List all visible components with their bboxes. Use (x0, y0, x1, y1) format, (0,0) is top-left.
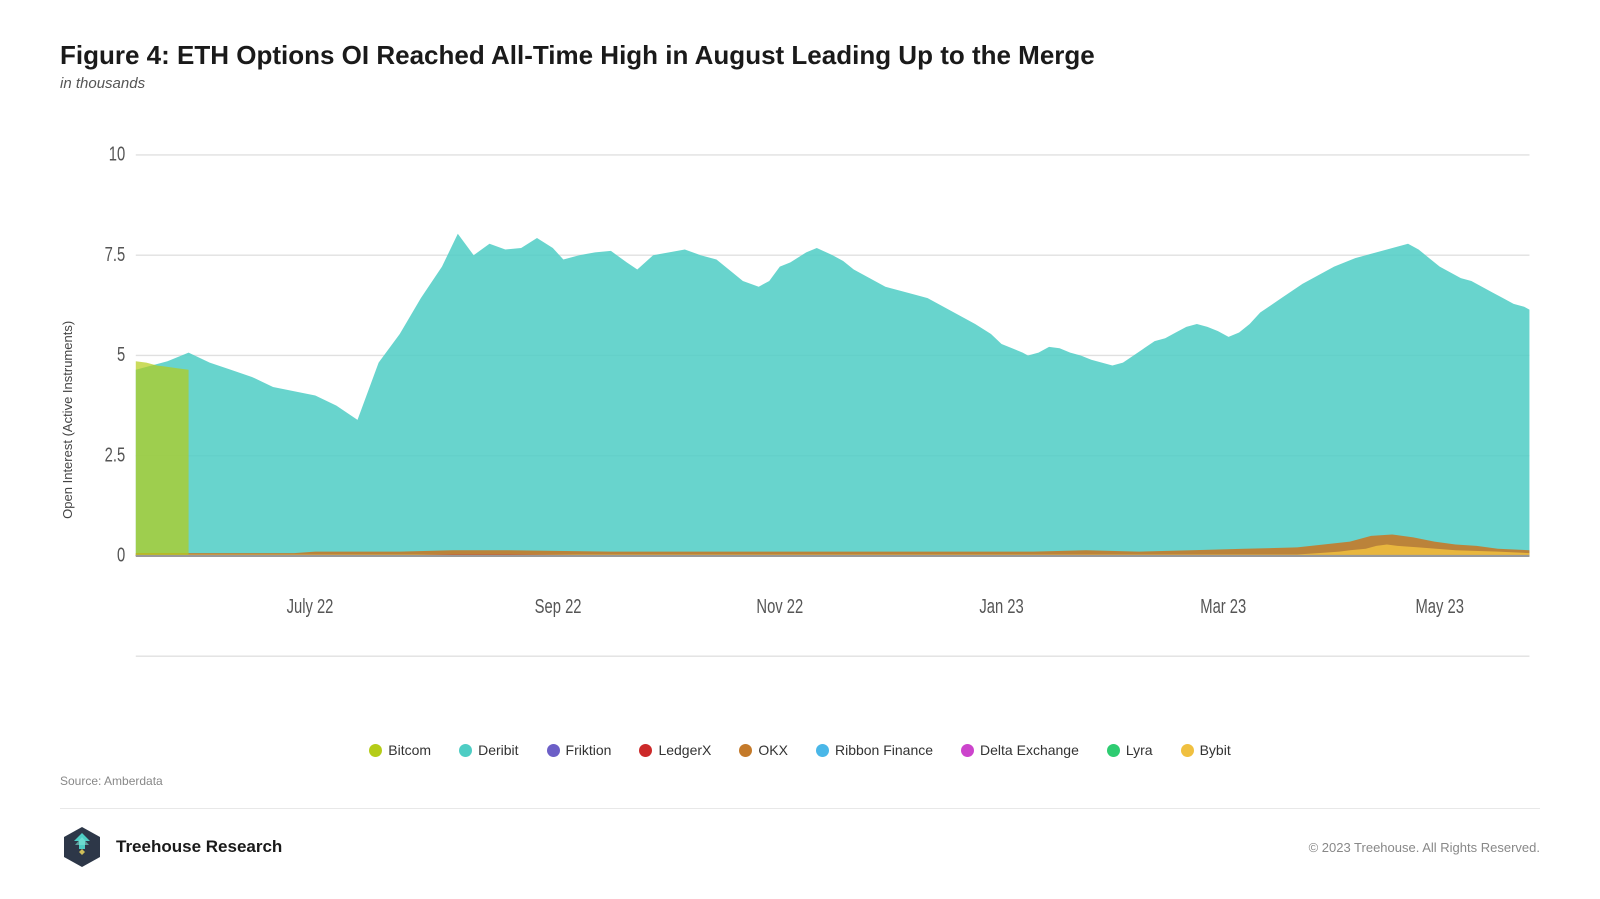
legend-label: OKX (758, 742, 788, 758)
chart-title: Figure 4: ETH Options OI Reached All-Tim… (60, 40, 1540, 71)
svg-text:Jan 23: Jan 23 (979, 595, 1024, 618)
svg-text:May 23: May 23 (1415, 595, 1464, 618)
svg-text:Mar 23: Mar 23 (1200, 595, 1246, 618)
legend-label: Ribbon Finance (835, 742, 933, 758)
source-text: Source: Amberdata (60, 774, 1540, 788)
legend-item: Deribit (459, 742, 518, 758)
legend-dot (369, 744, 382, 757)
chart-area: Open Interest (Active Instruments) 10 7.… (60, 112, 1540, 766)
svg-text:2.5: 2.5 (105, 443, 126, 466)
legend-dot (547, 744, 560, 757)
legend-item: LedgerX (639, 742, 711, 758)
legend-dot (1107, 744, 1120, 757)
footer: Treehouse Research © 2023 Treehouse. All… (60, 808, 1540, 869)
legend-dot (639, 744, 652, 757)
treehouse-logo (60, 825, 104, 869)
chart-inner: 10 7.5 5 2.5 0 (83, 112, 1540, 728)
svg-text:7.5: 7.5 (105, 243, 126, 266)
svg-text:0: 0 (117, 544, 125, 567)
legend-dot (816, 744, 829, 757)
legend-label: Bitcom (388, 742, 431, 758)
legend-label: LedgerX (658, 742, 711, 758)
copyright-text: © 2023 Treehouse. All Rights Reserved. (1309, 840, 1540, 855)
legend-label: Lyra (1126, 742, 1153, 758)
legend-item: Ribbon Finance (816, 742, 933, 758)
chart-subtitle: in thousands (60, 75, 1540, 92)
y-axis-label: Open Interest (Active Instruments) (60, 112, 75, 728)
chart-wrapper: Open Interest (Active Instruments) 10 7.… (60, 112, 1540, 728)
legend-label: Friktion (566, 742, 612, 758)
page-container: Figure 4: ETH Options OI Reached All-Tim… (0, 0, 1600, 899)
legend-dot (459, 744, 472, 757)
legend-item: Delta Exchange (961, 742, 1079, 758)
legend-item: OKX (739, 742, 788, 758)
legend-item: Bitcom (369, 742, 431, 758)
chart-legend: Bitcom Deribit Friktion LedgerX OKX Ribbon Fi… (60, 728, 1540, 766)
legend-item: Lyra (1107, 742, 1153, 758)
svg-text:5: 5 (117, 343, 125, 366)
legend-label: Bybit (1200, 742, 1231, 758)
legend-item: Friktion (547, 742, 612, 758)
svg-text:Sep 22: Sep 22 (535, 595, 582, 618)
legend-dot (961, 744, 974, 757)
legend-dot (1181, 744, 1194, 757)
svg-container: 10 7.5 5 2.5 0 (83, 112, 1540, 728)
legend-dot (739, 744, 752, 757)
legend-item: Bybit (1181, 742, 1231, 758)
brand-name: Treehouse Research (116, 837, 282, 857)
svg-text:Nov 22: Nov 22 (756, 595, 803, 618)
legend-label: Deribit (478, 742, 518, 758)
svg-text:July 22: July 22 (287, 595, 334, 618)
legend-label: Delta Exchange (980, 742, 1079, 758)
footer-brand: Treehouse Research (60, 825, 282, 869)
svg-text:10: 10 (109, 143, 126, 166)
